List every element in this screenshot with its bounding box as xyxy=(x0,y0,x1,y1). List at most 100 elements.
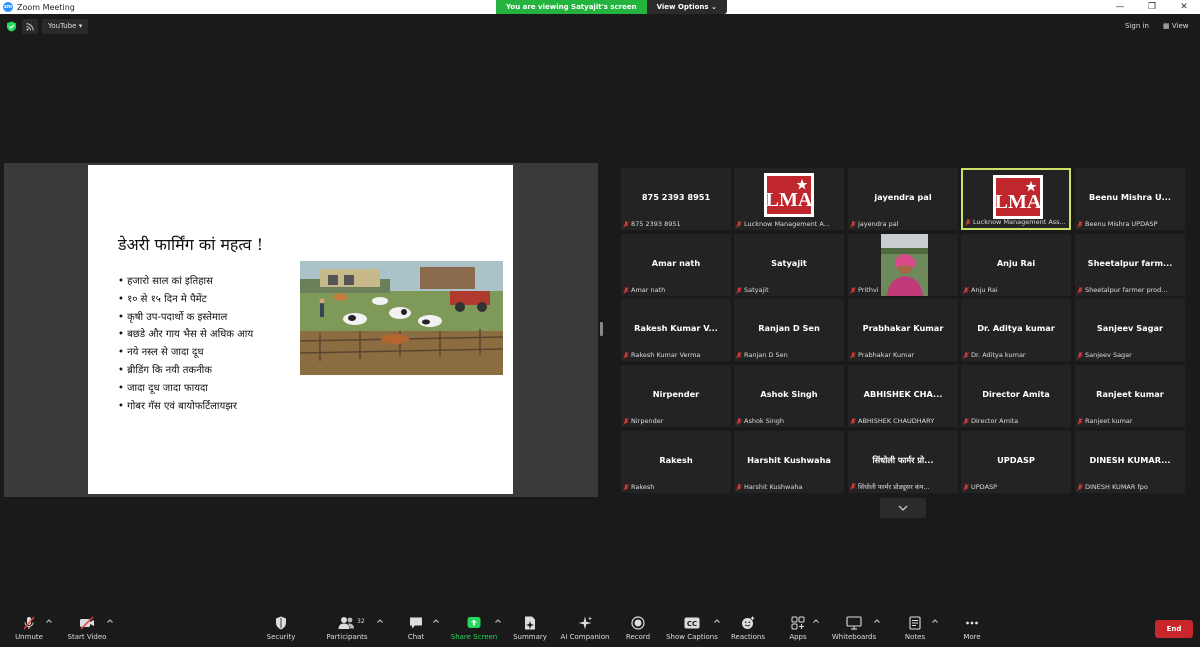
rss-icon xyxy=(26,22,34,31)
participant-tile[interactable]: Amar nath Amar nath xyxy=(621,234,731,296)
notes-options-caret-icon[interactable] xyxy=(932,619,938,623)
muted-microphone-icon xyxy=(965,218,971,226)
participant-display-name: Anju Rai xyxy=(996,258,1036,268)
participant-tile[interactable]: Nirpender Nirpender xyxy=(621,365,731,427)
participant-name-text: Rakesh xyxy=(631,483,655,491)
participant-name-text: Harshit Kushwaha xyxy=(744,483,803,491)
start-video-button[interactable]: Start Video xyxy=(64,616,110,646)
participant-tile[interactable]: Dr. Aditya kumar Dr. Aditya kumar xyxy=(961,299,1071,361)
unmute-button[interactable]: Unmute xyxy=(10,616,48,646)
participant-display-name: Sanjeev Sagar xyxy=(1096,323,1164,333)
participant-tile[interactable]: Anju Rai Anju Rai xyxy=(961,234,1071,296)
participants-options-caret-icon[interactable] xyxy=(377,619,383,623)
lma-logo-icon: LMA xyxy=(764,173,814,217)
participant-tile[interactable]: Director Amita Director Amita xyxy=(961,365,1071,427)
muted-microphone-icon xyxy=(736,220,742,228)
split-view-handle[interactable] xyxy=(600,322,603,336)
summary-button[interactable]: Summary xyxy=(511,616,549,646)
muted-microphone-icon xyxy=(850,483,856,490)
reactions-button[interactable]: Reactions xyxy=(729,616,767,646)
ai-companion-button[interactable]: AI Companion xyxy=(557,616,613,646)
muted-microphone-icon xyxy=(1077,351,1083,359)
participant-tile[interactable]: Ranjan D Sen Ranjan D Sen xyxy=(734,299,844,361)
participant-name-label: Lucknow Management Ass... xyxy=(965,218,1067,226)
apps-options-caret-icon[interactable] xyxy=(813,619,819,623)
muted-microphone-icon xyxy=(23,616,35,630)
whiteboard-icon xyxy=(846,616,862,630)
participant-tile[interactable]: Satyajit Satyajit xyxy=(734,234,844,296)
stream-destination-dropdown[interactable]: YouTube ▾ xyxy=(42,19,89,34)
participant-tile[interactable]: LMA Lucknow Management A... xyxy=(734,168,844,230)
record-label: Record xyxy=(625,633,651,641)
participant-tile[interactable]: ABHISHEK CHA... ABHISHEK CHAUDHARY xyxy=(848,365,958,427)
participant-name-text: ABHISHEK CHAUDHARY xyxy=(858,417,935,425)
participant-tile[interactable]: jayendra pal jayendra pal xyxy=(848,168,958,230)
captions-options-caret-icon[interactable] xyxy=(714,619,720,623)
shared-screen-area[interactable]: डेअरी फार्मिंग कां महत्व ! • हजारो साल क… xyxy=(4,163,598,497)
participant-tile[interactable]: LMA Lucknow Management Ass... xyxy=(961,168,1071,230)
video-options-caret-icon[interactable] xyxy=(107,619,113,623)
slide-bullet: • बछडे और गाय भैस से अधिक आय xyxy=(118,329,254,341)
whiteboards-button[interactable]: Whiteboards xyxy=(829,616,879,646)
share-screen-button[interactable]: Share Screen xyxy=(450,616,498,646)
participant-name-label: Anju Rai xyxy=(963,286,1069,294)
minimize-button[interactable]: — xyxy=(1104,0,1136,14)
participant-name-text: Nirpender xyxy=(631,417,664,425)
record-button[interactable]: Record xyxy=(622,616,654,646)
window-title: Zoom Meeting xyxy=(17,2,75,12)
participant-tile[interactable]: Rakesh Rakesh xyxy=(621,431,731,493)
chat-options-caret-icon[interactable] xyxy=(433,619,439,623)
participant-tile[interactable]: Sanjeev Sagar Sanjeev Sagar xyxy=(1075,299,1185,361)
participant-tile[interactable]: Sheetalpur farm... Sheetalpur farmer prod… xyxy=(1075,234,1185,296)
show-captions-label: Show Captions xyxy=(666,633,718,641)
participant-tile[interactable]: Rakesh Kumar V... Rakesh Kumar Verma xyxy=(621,299,731,361)
chat-button[interactable]: Chat xyxy=(400,616,432,646)
participant-tile[interactable]: Beenu Mishra U... Beenu Mishra UPDASP xyxy=(1075,168,1185,230)
sign-in-link[interactable]: Sign in xyxy=(1125,22,1149,30)
slide-bullet: • हजारो साल कां इतिहास xyxy=(118,276,213,287)
window-controls: — ❐ ✕ xyxy=(1104,0,1200,14)
participant-display-name: Ashok Singh xyxy=(760,389,818,399)
shield-icon[interactable] xyxy=(6,21,17,32)
share-options-caret-icon[interactable] xyxy=(495,619,501,623)
show-captions-button[interactable]: CC Show Captions xyxy=(664,616,720,646)
muted-microphone-icon xyxy=(623,351,629,359)
whiteboards-options-caret-icon[interactable] xyxy=(874,619,880,623)
apps-button[interactable]: Apps xyxy=(783,616,813,646)
participant-display-name: UPDASP xyxy=(997,455,1035,465)
participant-tile[interactable]: Ashok Singh Ashok Singh xyxy=(734,365,844,427)
security-button[interactable]: Security xyxy=(262,616,300,646)
participant-tile[interactable]: सिंधोली फार्मर प्रो... सिंधोली फार्मर प्र… xyxy=(848,431,958,493)
view-options-button[interactable]: View Options ⌄ xyxy=(646,0,727,14)
more-dots-icon xyxy=(966,621,978,625)
shield-icon xyxy=(276,616,286,630)
live-stream-button[interactable] xyxy=(22,19,38,34)
participant-name-label: Director Amita xyxy=(963,417,1069,425)
maximize-button[interactable]: ❐ xyxy=(1136,0,1168,14)
view-button[interactable]: ▦ View xyxy=(1163,22,1188,30)
muted-microphone-icon xyxy=(850,351,856,359)
notes-button[interactable]: Notes xyxy=(899,616,931,646)
viewing-banner: You are viewing Satyajit's screen View O… xyxy=(496,0,727,14)
participant-tile[interactable]: UPDASP UPDASP xyxy=(961,431,1071,493)
muted-microphone-icon xyxy=(1077,483,1083,491)
participant-tile[interactable]: Harshit Kushwaha Harshit Kushwaha xyxy=(734,431,844,493)
unmute-options-caret-icon[interactable] xyxy=(46,619,52,623)
participant-name-label: Amar nath xyxy=(623,286,729,294)
participant-name-text: Director Amita xyxy=(971,417,1019,425)
slide-bullet: • १० से १५ दिन मे पैमेंट xyxy=(118,293,207,305)
next-page-button[interactable] xyxy=(880,498,926,518)
more-button[interactable]: More xyxy=(956,616,988,646)
participant-tile[interactable]: Ranjeet kumar Ranjeet kumar xyxy=(1075,365,1185,427)
close-button[interactable]: ✕ xyxy=(1168,0,1200,14)
participant-name-text: Sheetalpur farmer prod... xyxy=(1085,286,1168,294)
participant-tile[interactable]: Prabhakar Kumar Prabhakar Kumar xyxy=(848,299,958,361)
participant-name-text: Lucknow Management Ass... xyxy=(973,218,1066,226)
end-meeting-button[interactable]: End xyxy=(1155,620,1193,638)
participant-name-text: jayendra pal xyxy=(858,220,899,228)
svg-text:LMA: LMA xyxy=(766,189,813,211)
participant-tile[interactable]: Prithvi xyxy=(848,234,958,296)
participant-name-label: सिंधोली फार्मर प्रोड्यूसर कंप... xyxy=(850,482,956,491)
participant-tile[interactable]: DINESH KUMAR... DINESH KUMAR fpo xyxy=(1075,431,1185,493)
participant-tile[interactable]: 875 2393 8951 875 2393 8951 xyxy=(621,168,731,230)
